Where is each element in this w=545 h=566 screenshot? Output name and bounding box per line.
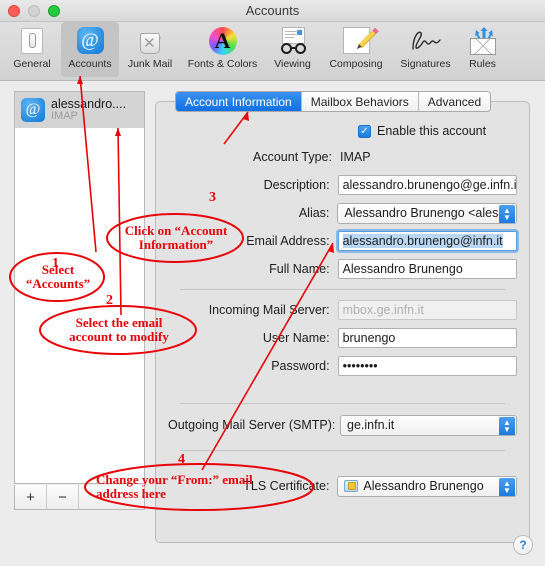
sidebar-buttons-spacer (79, 485, 144, 509)
form-divider-1 (180, 289, 505, 290)
password-label: Password: (271, 359, 330, 373)
user-name-row: User Name: brunengo (168, 327, 517, 349)
alias-dropdown[interactable]: Alessandro Brunengo <alessa ▲ ▼ (337, 202, 517, 224)
account-type-row: Account Type: IMAP (168, 146, 517, 168)
toolbar-item-accounts[interactable]: @ Accounts (61, 22, 119, 77)
full-name-label: Full Name: (269, 262, 330, 276)
email-address-label: Email Address: (246, 234, 330, 248)
account-information-form: ✓ Enable this account Account Type: IMAP… (156, 124, 529, 503)
viewing-glasses-icon (278, 25, 308, 56)
incoming-mail-server-input[interactable]: mbox.ge.infn.it (337, 300, 517, 320)
form-divider-2 (180, 403, 505, 404)
remove-account-button[interactable]: − (47, 485, 79, 509)
preferences-content: @ alessandro.... IMAP + − Account Inform… (0, 82, 545, 566)
preferences-toolbar: General @ Accounts ✕ Junk Mail A Fonts &… (0, 22, 545, 81)
password-row: Password: •••••••• (168, 355, 517, 377)
enable-account-checkbox[interactable]: ✓ (358, 124, 371, 138)
list-item[interactable]: @ alessandro.... IMAP (15, 92, 144, 128)
account-type: IMAP (51, 109, 78, 122)
toolbar-item-fonts-colors[interactable]: A Fonts & Colors (181, 22, 264, 77)
enable-account-label: Enable this account (377, 124, 487, 138)
toolbar-item-composing[interactable]: Composing (321, 22, 391, 77)
toolbar-label-junk-mail: Junk Mail (127, 58, 173, 70)
tls-certificate-value: Alessandro Brunengo (363, 479, 484, 493)
tls-certificate-dropdown[interactable]: Alessandro Brunengo ▲ ▼ (337, 475, 517, 497)
tls-certificate-row: TLS Certificate: Alessandro Brunengo ▲ ▼ (168, 475, 517, 497)
toolbar-label-fonts-colors: Fonts & Colors (187, 58, 258, 70)
account-at-icon: @ (21, 98, 45, 122)
sidebar-buttons: + − (14, 485, 145, 510)
description-row: Description: alessandro.brunengo@ge.infn… (168, 174, 517, 196)
toolbar-label-signatures: Signatures (400, 58, 451, 70)
toolbar-item-rules[interactable]: Rules (460, 22, 505, 77)
form-divider-3 (180, 450, 505, 451)
fonts-colors-icon: A (208, 25, 237, 56)
full-name-row: Full Name: Alessandro Brunengo (168, 258, 517, 280)
tab-advanced[interactable]: Advanced (418, 92, 491, 111)
smtp-value: ge.infn.it (347, 418, 395, 432)
preferences-window: Accounts General @ Accounts ✕ Junk Mail … (0, 0, 545, 566)
email-address-input[interactable]: alessandro.brunengo@infn.it (337, 231, 517, 251)
description-label: Description: (263, 178, 330, 192)
rules-envelope-icon (468, 25, 498, 56)
description-input[interactable]: alessandro.brunengo@ge.infn.it (337, 175, 517, 195)
toolbar-item-junk-mail[interactable]: ✕ Junk Mail (119, 22, 181, 77)
incoming-mail-server-row: Incoming Mail Server: mbox.ge.infn.it (168, 299, 517, 321)
window-title: Accounts (245, 3, 300, 18)
incoming-mail-server-label: Incoming Mail Server: (208, 303, 330, 317)
full-name-input[interactable]: Alessandro Brunengo (337, 259, 517, 279)
smtp-dropdown[interactable]: ge.infn.it ▲ ▼ (340, 414, 517, 436)
composing-pencil-icon (342, 25, 379, 56)
account-name: alessandro.... (51, 97, 127, 111)
account-type-label: Account Type: (253, 150, 332, 164)
alias-row: Alias: Alessandro Brunengo <alessa ▲ ▼ (168, 202, 517, 224)
smtp-row: Outgoing Mail Server (SMTP): ge.infn.it … (168, 414, 517, 436)
add-account-button[interactable]: + (15, 485, 47, 509)
tls-certificate-label: TLS Certificate: (243, 479, 330, 493)
alias-value: Alessandro Brunengo <alessa (344, 206, 512, 220)
tab-mailbox-behaviors[interactable]: Mailbox Behaviors (301, 92, 419, 111)
enable-account-row[interactable]: ✓ Enable this account (358, 124, 517, 138)
accounts-sidebar[interactable]: @ alessandro.... IMAP (14, 91, 145, 484)
alias-label: Alias: (298, 206, 330, 220)
email-address-value: alessandro.brunengo@infn.it (342, 234, 503, 248)
toolbar-label-composing: Composing (329, 58, 383, 70)
password-input[interactable]: •••••••• (337, 356, 517, 376)
certificate-icon (344, 480, 359, 492)
toolbar-label-rules: Rules (469, 58, 496, 70)
user-name-label: User Name: (262, 331, 330, 345)
toolbar-label-general: General (13, 58, 51, 70)
chevron-updown-icon[interactable]: ▲ ▼ (499, 416, 515, 435)
account-type-value: IMAP (340, 150, 371, 164)
toolbar-item-signatures[interactable]: Signatures (391, 22, 460, 77)
smtp-label: Outgoing Mail Server (SMTP): (168, 418, 336, 432)
toolbar-item-viewing[interactable]: Viewing (264, 22, 321, 77)
signatures-icon (406, 25, 446, 56)
junk-mail-icon: ✕ (136, 25, 164, 56)
help-button[interactable]: ? (513, 535, 533, 555)
toolbar-item-general[interactable]: General (3, 22, 61, 77)
chevron-updown-icon[interactable]: ▲ ▼ (499, 477, 515, 496)
toolbar-label-viewing: Viewing (274, 58, 311, 70)
user-name-input[interactable]: brunengo (337, 328, 517, 348)
panel-tabs: Account Information Mailbox Behaviors Ad… (175, 91, 492, 112)
account-settings-panel: Account Information Mailbox Behaviors Ad… (155, 91, 530, 543)
chevron-updown-icon[interactable]: ▲ ▼ (499, 204, 515, 223)
tab-account-information[interactable]: Account Information (176, 92, 302, 111)
email-address-row: Email Address: alessandro.brunengo@infn.… (168, 230, 517, 252)
accounts-at-icon: @ (76, 25, 104, 56)
window-titlebar: Accounts (0, 0, 545, 22)
general-icon (21, 25, 43, 56)
toolbar-label-accounts: Accounts (68, 58, 112, 70)
